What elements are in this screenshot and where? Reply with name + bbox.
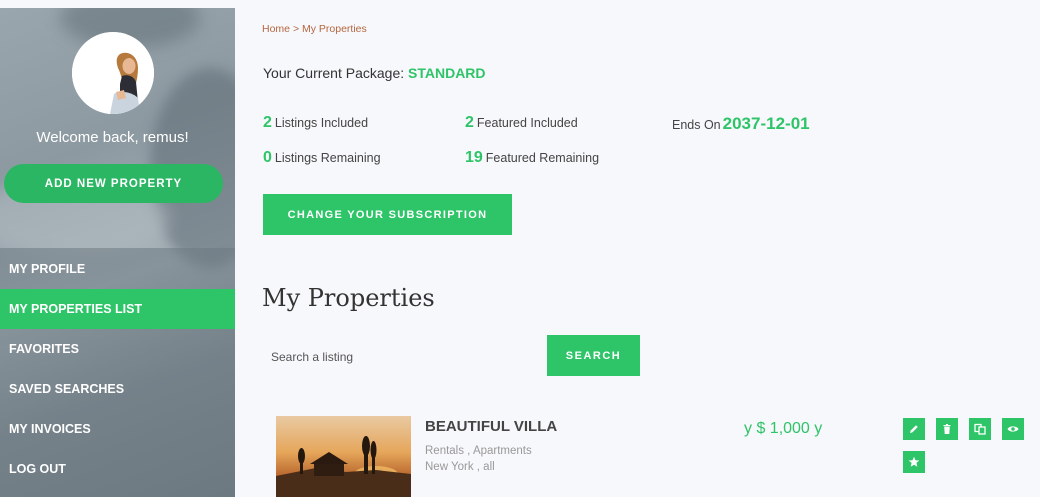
- property-price: y $ 1,000 y: [744, 420, 823, 437]
- property-location: New York , all: [425, 461, 495, 473]
- ends-on-label: Ends On: [672, 118, 721, 132]
- welcome-message: Welcome back, remus!: [36, 129, 189, 146]
- duplicate-icon[interactable]: [969, 418, 991, 440]
- listings-remaining-count: 0: [263, 149, 272, 166]
- listings-included-label: Listings Included: [274, 116, 369, 130]
- sidebar-item-favorites[interactable]: FAVORITES: [0, 329, 235, 369]
- listings-included: 2 Listings Included: [263, 114, 368, 132]
- sidebar: Welcome back, remus! ADD NEW PROPERTY MY…: [0, 8, 235, 497]
- package-name: STANDARD: [408, 65, 486, 81]
- breadcrumb-home-link[interactable]: Home: [262, 23, 290, 35]
- featured-included-count: 2: [465, 114, 474, 131]
- listings-included-count: 2: [263, 114, 272, 131]
- package-label: Your Current Package:: [263, 65, 405, 81]
- current-package: Your Current Package: STANDARD: [263, 65, 486, 81]
- view-icon[interactable]: [1002, 418, 1024, 440]
- page-title: My Properties: [262, 284, 435, 312]
- change-subscription-button[interactable]: CHANGE YOUR SUBSCRIPTION: [263, 194, 512, 235]
- featured-remaining-count: 19: [465, 149, 483, 166]
- sidebar-item-log-out[interactable]: LOG OUT: [0, 449, 235, 489]
- breadcrumb-current: My Properties: [302, 23, 367, 35]
- featured-included-label: Featured Included: [476, 116, 578, 130]
- package-end-date: Ends On 2037-12-01: [672, 114, 810, 134]
- sidebar-item-my-profile[interactable]: MY PROFILE: [0, 249, 235, 289]
- featured-remaining: 19 Featured Remaining: [465, 149, 599, 167]
- property-categories: Rentals , Apartments: [425, 445, 532, 457]
- sidebar-item-saved-searches[interactable]: SAVED SEARCHES: [0, 369, 235, 409]
- edit-icon[interactable]: [903, 418, 925, 440]
- breadcrumb-separator: >: [292, 23, 300, 35]
- search-listing-input[interactable]: [262, 338, 537, 375]
- listings-remaining-label: Listings Remaining: [274, 151, 381, 165]
- add-new-property-button[interactable]: ADD NEW PROPERTY: [4, 164, 223, 203]
- breadcrumb: Home > My Properties: [262, 23, 367, 35]
- featured-star-icon[interactable]: [903, 451, 925, 473]
- featured-remaining-label: Featured Remaining: [485, 151, 600, 165]
- featured-included: 2 Featured Included: [465, 114, 578, 132]
- listings-remaining: 0 Listings Remaining: [263, 149, 381, 167]
- delete-icon[interactable]: [936, 418, 958, 440]
- search-button[interactable]: SEARCH: [547, 335, 640, 376]
- ends-on-date: 2037-12-01: [722, 114, 810, 133]
- user-avatar[interactable]: [72, 32, 154, 114]
- sidebar-nav: MY PROFILE MY PROPERTIES LIST FAVORITES …: [0, 249, 235, 489]
- property-thumbnail[interactable]: [276, 416, 411, 497]
- sidebar-item-my-invoices[interactable]: MY INVOICES: [0, 409, 235, 449]
- property-title[interactable]: BEAUTIFUL VILLA: [425, 418, 557, 435]
- sidebar-item-my-properties-list[interactable]: MY PROPERTIES LIST: [0, 289, 235, 329]
